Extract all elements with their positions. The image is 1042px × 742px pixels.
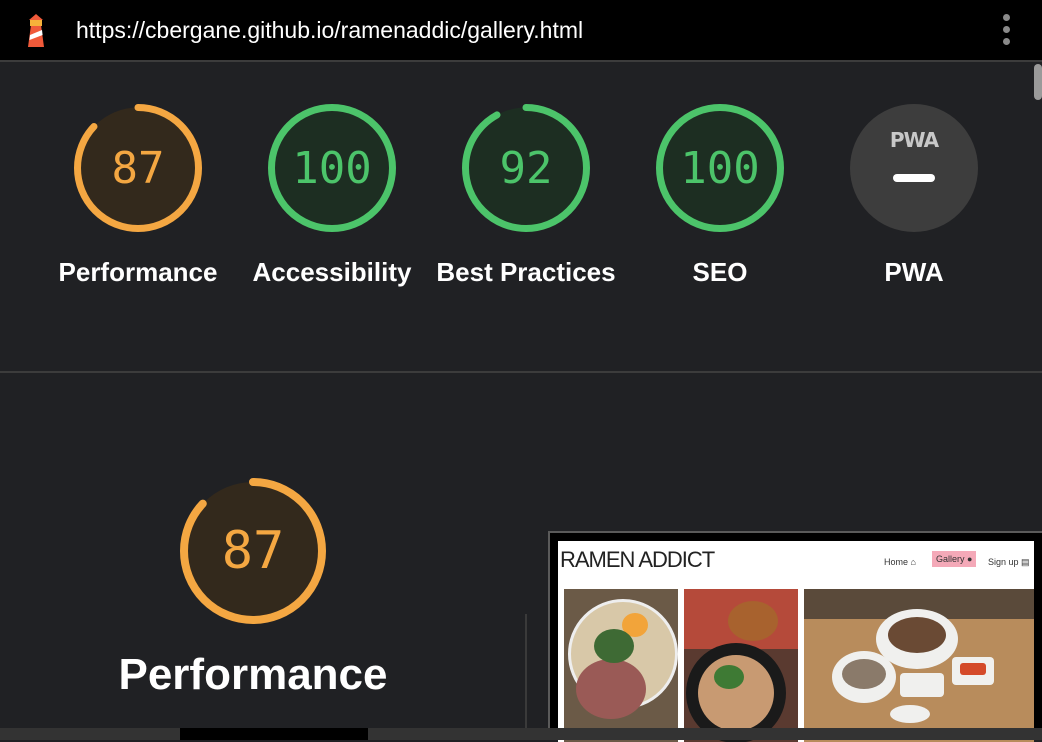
performance-label: Performance [58, 257, 218, 287]
best-practices-label: Best Practices [436, 257, 616, 287]
section-divider [0, 371, 1042, 373]
vertical-divider [525, 614, 527, 740]
accessibility-score: 100 [292, 142, 372, 194]
preview-nav-gallery: Gallery ● [932, 551, 977, 567]
accessibility-gauge[interactable]: 100 [268, 104, 396, 232]
seo-label: SEO [692, 257, 748, 287]
performance-large-score: 87 [221, 521, 285, 581]
lighthouse-icon [28, 14, 44, 47]
ramen-photo-2 [684, 589, 798, 742]
performance-score: 87 [111, 142, 165, 194]
bottom-tab-strip [0, 728, 1042, 740]
ramen-photo-1 [564, 589, 678, 742]
performance-large-gauge: 87 [180, 478, 326, 624]
kebab-menu-icon[interactable] [996, 14, 1016, 48]
performance-gauge[interactable]: 87 [74, 104, 202, 232]
bottom-active-tab[interactable] [180, 728, 368, 740]
pwa-dash-icon [893, 174, 935, 182]
preview-site-title: RAMEN ADDICT [560, 547, 715, 572]
page-screenshot-preview[interactable]: RAMEN ADDICT Home ⌂ Gallery ● Sign up ▤ [548, 531, 1042, 742]
seo-gauge[interactable]: 100 [656, 104, 784, 232]
screenshot-content: RAMEN ADDICT Home ⌂ Gallery ● Sign up ▤ [558, 541, 1034, 742]
best-practices-gauge[interactable]: 92 [462, 104, 590, 232]
seo-score: 100 [680, 142, 760, 194]
best-practices-score: 92 [499, 142, 553, 194]
performance-section-title: Performance [118, 650, 388, 699]
preview-nav-home: Home ⌂ [884, 557, 916, 567]
scrollbar-thumb[interactable] [1034, 64, 1042, 100]
preview-nav-signup: Sign up ▤ [988, 557, 1030, 567]
accessibility-label: Accessibility [252, 257, 412, 287]
pwa-badge[interactable]: PWA [850, 104, 978, 232]
url-text[interactable]: https://cbergane.github.io/ramenaddic/ga… [76, 17, 583, 44]
pwa-badge-circle [850, 104, 978, 232]
pwa-label: PWA [884, 257, 944, 287]
ramen-photo-3 [804, 589, 1034, 742]
pwa-badge-text: PWA [889, 128, 939, 152]
browser-top-bar: https://cbergane.github.io/ramenaddic/ga… [0, 0, 1042, 62]
